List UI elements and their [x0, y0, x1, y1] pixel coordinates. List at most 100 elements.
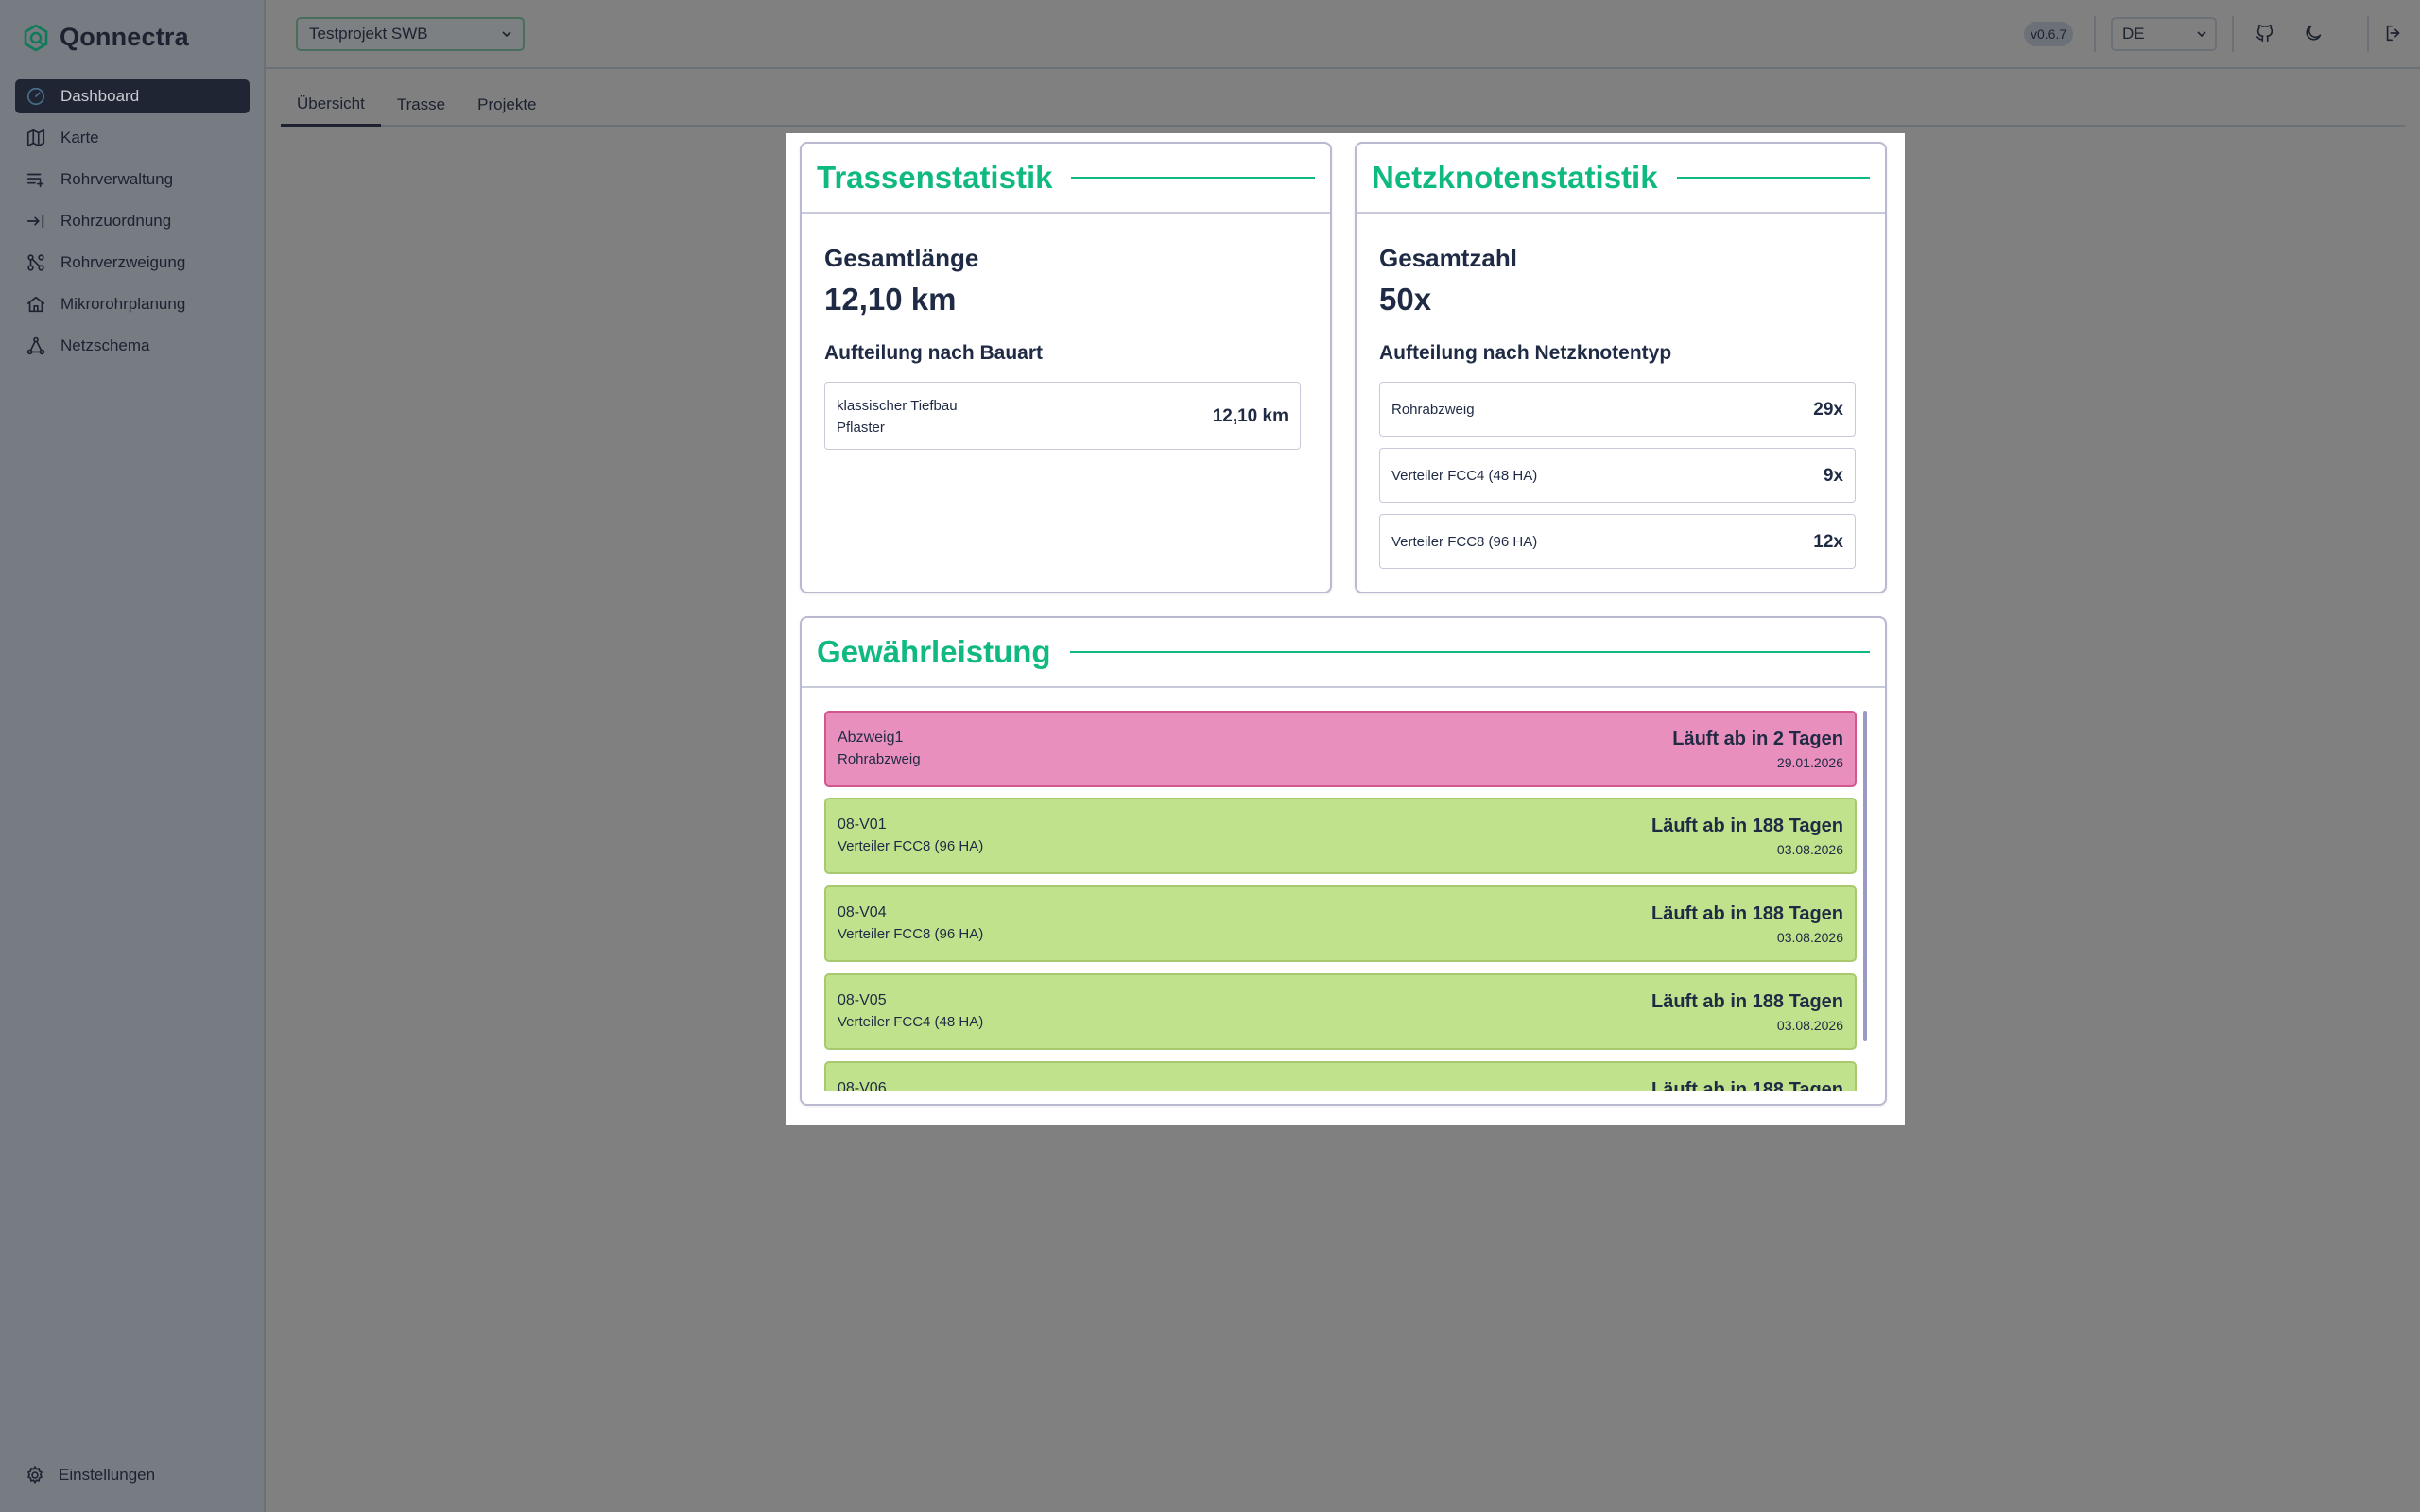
breakdown-label: Aufteilung nach Netzknotentyp	[1379, 342, 1672, 364]
expiry-status: Läuft ab in 188 Tagen	[1651, 991, 1843, 1012]
tab-projekte[interactable]: Projekte	[461, 83, 552, 127]
item-type: Verteiler FCC8 (96 HA)	[838, 926, 984, 942]
expiry-date: 03.08.2026	[1776, 1018, 1843, 1033]
total-length-value: 12,10 km	[824, 282, 957, 317]
construction-type: klassischer Tiefbau	[837, 398, 958, 414]
card-header: Trassenstatistik	[802, 144, 1330, 214]
item-type: Verteiler FCC4 (48 HA)	[838, 1014, 984, 1030]
language-select[interactable]: DE	[2111, 17, 2217, 51]
gear-icon	[26, 1465, 43, 1485]
github-icon[interactable]	[2255, 23, 2275, 43]
sidebar-item-label: Rohrzuordnung	[60, 212, 172, 230]
version-badge: v0.6.7	[2024, 22, 2074, 46]
sidebar-item-rohrverzweigung[interactable]: Rohrverzweigung	[15, 246, 250, 280]
dashboard-modal: Trassenstatistik Gesamtlänge 12,10 km Au…	[786, 133, 1905, 1125]
warranty-item[interactable]: 08-V05 Verteiler FCC4 (48 HA) Läuft ab i…	[824, 973, 1857, 1050]
moon-icon[interactable]	[2303, 23, 2324, 43]
item-name: 08-V01	[838, 816, 887, 833]
item-type: Rohrabzweig	[838, 751, 921, 767]
node-type: Verteiler FCC4 (48 HA)	[1392, 468, 1538, 484]
logout-icon[interactable]	[2383, 23, 2404, 43]
expiry-status: Läuft ab in 188 Tagen	[1651, 816, 1843, 836]
warranty-item[interactable]: 08-V01 Verteiler FCC8 (96 HA) Läuft ab i…	[824, 798, 1857, 874]
sidebar-nav: Dashboard Karte Rohrverwaltung Rohrzuord…	[15, 79, 250, 370]
sidebar-item-label: Karte	[60, 129, 99, 146]
dashboard-icon	[25, 85, 47, 108]
project-select-value: Testprojekt SWB	[309, 25, 428, 43]
card-header: Gewährleistung	[802, 618, 1885, 688]
expiry-date: 03.08.2026	[1776, 842, 1843, 857]
expiry-status: Läuft ab in 188 Tagen	[1651, 1079, 1843, 1091]
sidebar-item-einstellungen[interactable]: Einstellungen	[25, 1465, 155, 1486]
divider	[2232, 16, 2234, 52]
item-type: Verteiler FCC8 (96 HA)	[838, 838, 984, 854]
breakdown-label: Aufteilung nach Bauart	[824, 342, 1044, 364]
sidebar-item-label: Rohrverzweigung	[60, 253, 186, 271]
sidebar-item-label: Netzschema	[60, 336, 150, 354]
sidebar-item-rohrzuordnung[interactable]: Rohrzuordnung	[15, 204, 250, 238]
item-name: 08-V06	[838, 1080, 887, 1091]
trassen-card: Trassenstatistik Gesamtlänge 12,10 km Au…	[800, 142, 1332, 593]
sidebar: Qonnectra Dashboard Karte Rohrverwaltung…	[0, 0, 266, 1512]
warranty-item[interactable]: 08-V06 Läuft ab in 188 Tagen	[824, 1061, 1857, 1091]
home-icon	[25, 293, 47, 316]
node-type: Verteiler FCC8 (96 HA)	[1392, 534, 1538, 550]
length-value: 12,10 km	[1212, 406, 1288, 426]
chevron-down-icon	[2197, 31, 2206, 38]
sidebar-item-karte[interactable]: Karte	[15, 121, 250, 155]
expiry-status: Läuft ab in 188 Tagen	[1651, 903, 1843, 924]
settings-label: Einstellungen	[59, 1466, 156, 1484]
expiry-date: 03.08.2026	[1776, 930, 1843, 945]
expiry-date: 29.01.2026	[1776, 755, 1843, 770]
tab-trasse[interactable]: Trasse	[381, 83, 461, 127]
sidebar-item-netzschema[interactable]: Netzschema	[15, 329, 250, 363]
brand[interactable]: Qonnectra	[22, 23, 189, 52]
tab-uebersicht[interactable]: Übersicht	[281, 83, 381, 127]
total-count-value: 50x	[1379, 282, 1432, 317]
list-item: klassischer Tiefbau Pflaster 12,10 km	[824, 382, 1301, 450]
card-title: Gewährleistung	[817, 634, 1051, 669]
sidebar-item-mikrorohrplanung[interactable]: Mikrorohrplanung	[15, 287, 250, 321]
sidebar-item-rohrverwaltung[interactable]: Rohrverwaltung	[15, 163, 250, 197]
node-count: 29x	[1813, 400, 1843, 420]
arrow-to-line-icon	[25, 210, 47, 232]
item-name: 08-V05	[838, 992, 887, 1008]
card-title: Netzknotenstatistik	[1372, 160, 1658, 195]
divider	[2094, 16, 2096, 52]
warranty-item[interactable]: Abzweig1 Rohrabzweig Läuft ab in 2 Tagen…	[824, 711, 1857, 787]
sidebar-item-label: Mikrorohrplanung	[60, 295, 186, 313]
list-item: Verteiler FCC8 (96 HA) 12x	[1379, 514, 1856, 569]
chevron-down-icon	[502, 31, 511, 38]
item-name: 08-V04	[838, 904, 887, 920]
scrollbar[interactable]	[1863, 711, 1867, 1041]
node-count: 12x	[1813, 532, 1843, 552]
tab-bar: Übersicht Trasse Projekte	[281, 83, 2405, 127]
card-title: Trassenstatistik	[817, 160, 1053, 195]
total-length-label: Gesamtlänge	[824, 244, 979, 272]
netzknoten-card: Netzknotenstatistik Gesamtzahl 50x Aufte…	[1355, 142, 1887, 593]
list-item: Rohrabzweig 29x	[1379, 382, 1856, 437]
sidebar-item-label: Dashboard	[60, 87, 140, 105]
sidebar-item-dashboard[interactable]: Dashboard	[15, 79, 250, 113]
branch-icon	[25, 251, 47, 274]
divider	[2367, 16, 2369, 52]
warranty-card: Gewährleistung Abzweig1 Rohrabzweig Läuf…	[800, 616, 1887, 1106]
expiry-status: Läuft ab in 2 Tagen	[1672, 729, 1843, 749]
qonnectra-logo-icon	[24, 23, 48, 52]
app-name: Qonnectra	[60, 23, 189, 51]
sidebar-item-label: Rohrverwaltung	[60, 170, 174, 188]
title-rule	[1071, 177, 1315, 179]
project-select[interactable]: Testprojekt SWB	[296, 17, 525, 51]
warranty-list[interactable]: Abzweig1 Rohrabzweig Läuft ab in 2 Tagen…	[824, 711, 1861, 1091]
title-rule	[1676, 177, 1870, 179]
network-icon	[25, 335, 47, 357]
node-type: Rohrabzweig	[1392, 402, 1475, 418]
list-item: Verteiler FCC4 (48 HA) 9x	[1379, 448, 1856, 503]
surface-type: Pflaster	[837, 420, 885, 436]
topbar: Testprojekt SWB v0.6.7 DE	[266, 0, 2420, 69]
item-name: Abzweig1	[838, 730, 904, 746]
list-add-icon	[25, 168, 47, 191]
node-count: 9x	[1823, 466, 1843, 486]
language-select-value: DE	[2122, 25, 2145, 43]
warranty-item[interactable]: 08-V04 Verteiler FCC8 (96 HA) Läuft ab i…	[824, 885, 1857, 962]
